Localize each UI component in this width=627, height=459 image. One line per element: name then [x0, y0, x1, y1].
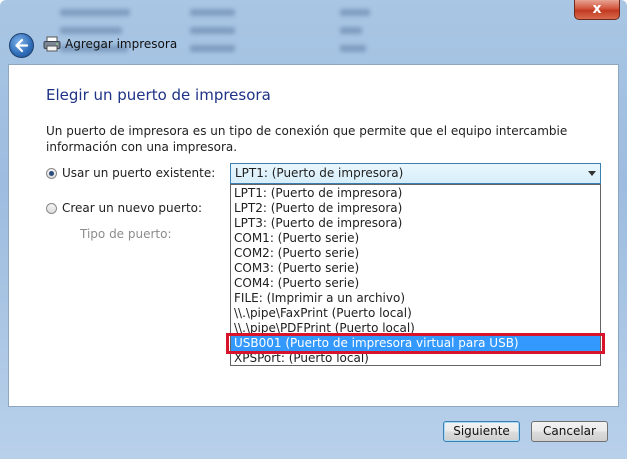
add-printer-window: x Agregar impresora Elegir un puerto de … — [0, 0, 627, 459]
selected-port-value: LPT1: (Puerto de impresora) — [235, 166, 404, 180]
chevron-down-icon[interactable] — [588, 171, 596, 176]
cancel-button[interactable]: Cancelar — [531, 421, 608, 442]
existing-port-select[interactable]: LPT1: (Puerto de impresora) — [230, 163, 601, 184]
port-option[interactable]: COM3: (Puerto serie) — [231, 261, 600, 276]
use-existing-port-label[interactable]: Usar un puerto existente: — [62, 166, 215, 180]
description-text: Un puerto de impresora es un tipo de con… — [46, 124, 568, 154]
annotation-highlight-box — [226, 333, 605, 354]
port-option[interactable]: \\.\pipe\FaxPrint (Puerto local) — [231, 306, 600, 321]
create-new-port-radio[interactable] — [46, 203, 57, 214]
page-heading: Elegir un puerto de impresora — [46, 86, 271, 104]
port-option[interactable]: LPT1: (Puerto de impresora) — [231, 186, 600, 201]
window-title: Agregar impresora — [65, 37, 178, 51]
use-existing-port-radio[interactable] — [46, 168, 57, 179]
printer-icon — [43, 36, 61, 52]
back-arrow-icon — [15, 38, 29, 53]
port-option[interactable]: COM1: (Puerto serie) — [231, 231, 600, 246]
background-window-blur — [40, 0, 560, 62]
port-option[interactable]: COM2: (Puerto serie) — [231, 246, 600, 261]
port-type-label: Tipo de puerto: — [80, 227, 172, 241]
port-option[interactable]: LPT2: (Puerto de impresora) — [231, 201, 600, 216]
close-button[interactable]: x — [574, 0, 620, 20]
next-button[interactable]: Siguiente — [443, 421, 520, 442]
port-option[interactable]: COM4: (Puerto serie) — [231, 276, 600, 291]
create-new-port-label[interactable]: Crear un nuevo puerto: — [62, 201, 202, 215]
port-option[interactable]: FILE: (Imprimir a un archivo) — [231, 291, 600, 306]
back-button[interactable] — [9, 33, 34, 58]
port-option[interactable]: LPT3: (Puerto de impresora) — [231, 216, 600, 231]
